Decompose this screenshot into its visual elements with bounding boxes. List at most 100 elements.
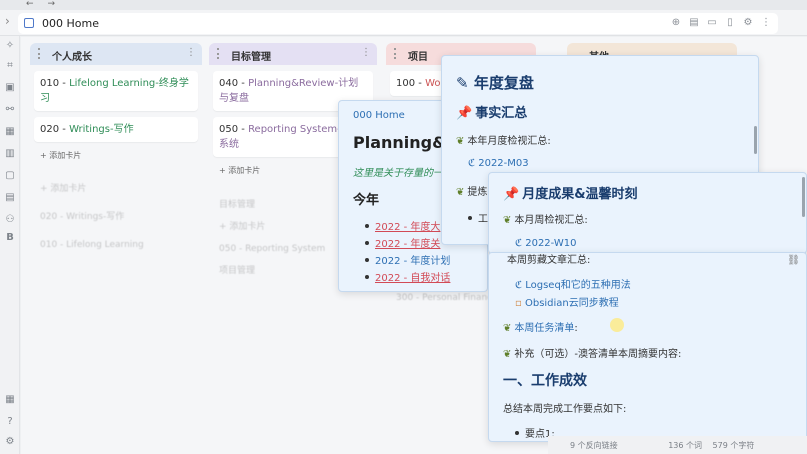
scrollbar[interactable]	[754, 126, 757, 154]
backlinks-count[interactable]: 9 个反向链接	[570, 441, 618, 450]
clip-links: ℭ Logseq和它的五种用法 ▫ Obsidian云同步教程	[515, 277, 631, 313]
column-header[interactable]: 个人成长 ⋮	[30, 43, 202, 65]
drag-handle-icon[interactable]	[38, 48, 44, 59]
pencil-icon: ✎	[456, 74, 469, 92]
row-text: 本月周检视汇总:	[514, 215, 588, 226]
note-icon[interactable]: ▢	[4, 170, 16, 182]
doc-icon[interactable]: ▯	[724, 16, 736, 29]
sync-icon[interactable]: ⚇	[4, 214, 16, 226]
tab-000-home[interactable]: 000 Home ⊕ ▤ ▭ ▯ ⚙ ⋮	[18, 13, 778, 34]
row-text: 提炼	[467, 187, 488, 198]
title-text: 年度复盘	[473, 74, 534, 92]
text-row: ❦ 补充（可选）-澳答清单本周摘要内容:	[503, 345, 681, 360]
faded-text: 300 - Personal Finance	[396, 293, 498, 303]
link-icon: ℭ	[515, 280, 523, 291]
hover-preview-monthly[interactable]: 📌 月度成果&温馨时刻 ❦ 本月周检视汇总: ℭ 2022-W10	[488, 172, 807, 254]
faded-reflection: + 添加卡片 020 - Writings-写作 010 - Lifelong …	[30, 161, 202, 259]
month-link[interactable]: 2022-M03	[478, 158, 528, 169]
link-list: 2022 - 年度大 2022 - 年度关 2022 - 年度计划 2022 -…	[365, 219, 450, 287]
tab-bar: › 000 Home ⊕ ▤ ▭ ▯ ⚙ ⋮	[0, 10, 807, 36]
add-card-button[interactable]: + 添加卡片	[30, 142, 202, 161]
vault-icon[interactable]: ▦	[4, 394, 16, 406]
char-count: 579 个字符	[712, 441, 755, 450]
item-link[interactable]: 2022 - 年度计划	[375, 256, 450, 267]
list-item[interactable]: 2022 - 自我对话	[365, 270, 450, 287]
drag-handle-icon[interactable]	[217, 48, 223, 59]
faded-text: 020 - Writings-写作	[40, 212, 125, 222]
graph-icon[interactable]: ✧	[4, 40, 16, 52]
help-icon[interactable]: ?	[4, 416, 16, 428]
article-link[interactable]: Obsidian云同步教程	[525, 298, 619, 309]
list-item[interactable]: ℭ Logseq和它的五种用法	[515, 277, 631, 295]
task-link[interactable]: 本周任务清单	[514, 323, 574, 334]
row-text: 工	[478, 214, 488, 225]
text-row: 本周剪藏文章汇总:	[507, 253, 591, 266]
subtitle: 这里是关于存量的一	[353, 168, 443, 179]
item-link[interactable]: 2022 - 自我对话	[375, 273, 450, 284]
list-item[interactable]: ▫ Obsidian云同步教程	[515, 295, 631, 313]
text-row: ❦ 提炼	[456, 183, 487, 198]
template-icon[interactable]: ▥	[4, 148, 16, 160]
tab-title: 000 Home	[42, 17, 99, 30]
link-row[interactable]: ℭ 2022-W10	[515, 238, 576, 249]
task-row[interactable]: ❦ 本周任务清单:	[503, 319, 578, 334]
text-row: 总结本周完成工作要点如下:	[503, 400, 626, 415]
drag-handle-icon[interactable]	[394, 48, 400, 59]
card-link[interactable]: Writings-写作	[69, 124, 134, 135]
row-text: 本周剪藏文章汇总:	[507, 255, 591, 266]
column-menu-icon[interactable]: ⋮	[186, 47, 196, 58]
article-link[interactable]: Logseq和它的五种用法	[525, 280, 631, 291]
history-nav[interactable]: ←→	[26, 0, 69, 9]
column-header[interactable]: 目标管理 ⋮	[209, 43, 377, 65]
sprout-icon: ❦	[456, 187, 465, 198]
column-title: 项目	[408, 52, 428, 63]
faded-text: 010 - Lifelong Learning	[40, 240, 144, 250]
forward-arrow-icon[interactable]: →	[48, 0, 70, 9]
bullet-icon	[515, 431, 519, 435]
plugin-icon[interactable]: ⚯	[4, 104, 16, 116]
add-node-icon[interactable]: ⊕	[670, 16, 682, 29]
section-heading: 今年	[353, 193, 380, 208]
card-link[interactable]: Wo	[425, 78, 440, 89]
kanban-card[interactable]: 010 - Lifelong Learning-终身学习	[34, 71, 198, 111]
settings-gear-icon[interactable]: ⚙	[4, 436, 16, 448]
link-icon[interactable]: ⛓	[787, 255, 800, 266]
settings-icon[interactable]: ⚙	[742, 16, 754, 29]
hover-preview-weekly[interactable]: ⛓ 本周剪藏文章汇总: ℭ Logseq和它的五种用法 ▫ Obsidian云同…	[488, 252, 807, 442]
more-options-icon[interactable]: ⋮	[760, 16, 772, 29]
link-icon: ℭ	[468, 158, 476, 169]
breadcrumb[interactable]: 000 Home	[353, 110, 405, 121]
item-link[interactable]: 2022 - 年度关	[375, 239, 440, 250]
status-bar: 9 个反向链接 136 个词 579 个字符	[548, 436, 807, 454]
list-item[interactable]: 2022 - 年度关	[365, 236, 450, 253]
column-menu-icon[interactable]: ⋮	[361, 47, 371, 58]
tag-icon[interactable]: ⌗	[4, 60, 16, 72]
kanban-card[interactable]: 020 - Writings-写作	[34, 117, 198, 142]
canvas-icon[interactable]: ▣	[4, 82, 16, 94]
row-text: 本年月度检视汇总:	[467, 136, 551, 147]
file-icon: ▫	[515, 298, 522, 309]
preview-title: 📌 月度成果&温馨时刻	[503, 183, 638, 202]
view-mode-icon[interactable]: ▤	[688, 16, 700, 29]
kanban-icon[interactable]: ▤	[4, 192, 16, 204]
bold-b-icon[interactable]: B	[4, 232, 16, 244]
section-heading: 一、工作成效	[503, 373, 587, 389]
sprout-icon: ❦	[503, 349, 512, 360]
file-icon[interactable]: ▭	[706, 16, 718, 29]
calendar-icon[interactable]: ▦	[4, 126, 16, 138]
column-title: 个人成长	[52, 52, 92, 63]
link-row[interactable]: ℭ 2022-M03	[468, 158, 529, 169]
item-link[interactable]: 2022 - 年度大	[375, 222, 440, 233]
bullet-icon	[365, 224, 369, 228]
scrollbar[interactable]	[802, 177, 805, 217]
colon-text: :	[574, 323, 578, 334]
list-item[interactable]: 2022 - 年度大	[365, 219, 450, 236]
collapse-sidebar-icon[interactable]: ›	[5, 14, 10, 28]
list-item[interactable]: 2022 - 年度计划	[365, 253, 450, 270]
faded-text: + 添加卡片	[40, 184, 87, 194]
week-link[interactable]: 2022-W10	[525, 238, 576, 249]
kanban-column-personal-growth: 个人成长 ⋮ 010 - Lifelong Learning-终身学习 020 …	[30, 43, 202, 259]
link-icon: ℭ	[515, 238, 523, 249]
back-arrow-icon[interactable]: ←	[26, 0, 48, 9]
card-number: 010 -	[40, 78, 70, 89]
